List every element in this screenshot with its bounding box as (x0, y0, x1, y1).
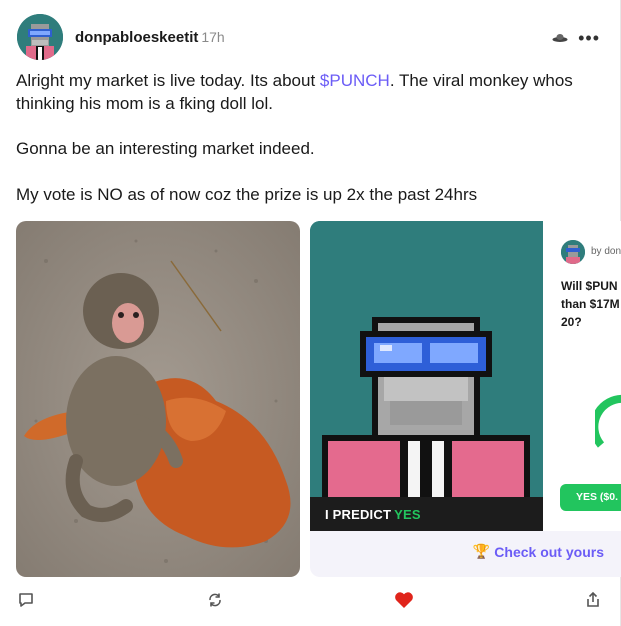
pixel-avatar-image (310, 221, 543, 497)
checkout-label: Check out yours (494, 543, 604, 560)
avatar[interactable] (17, 14, 63, 60)
market-question: Will $PUN than $17M 20? (561, 279, 620, 329)
trophy-icon: 🏆 (472, 543, 491, 559)
post-card: donpabloeskeetit 17h ••• Alright my marke… (0, 0, 621, 626)
post-paragraph-3: My vote is NO as of now coz the prize is… (16, 184, 478, 204)
header-actions: ••• (552, 29, 600, 47)
prediction-card[interactable]: I PREDICT YES by don Will $PUN than $17M … (310, 221, 621, 577)
post-paragraph-1: Alright my market is live today. Its abo… (16, 70, 611, 115)
more-options-icon[interactable]: ••• (578, 29, 600, 47)
market-creator-avatar (561, 240, 585, 264)
probability-gauge (595, 394, 621, 448)
check-out-yours-link[interactable]: 🏆 Check out yours (473, 543, 604, 560)
market-creator: by don (591, 246, 621, 257)
heart-icon[interactable] (394, 590, 414, 610)
predict-choice: YES (394, 507, 421, 522)
yes-button[interactable]: YES ($0. (560, 484, 621, 511)
comment-icon[interactable] (16, 590, 36, 610)
pixel-avatar-panel: I PREDICT YES (310, 221, 543, 531)
prediction-label: I PREDICT YES (310, 497, 543, 531)
share-icon[interactable] (583, 590, 603, 610)
ticker-link[interactable]: $PUNCH (320, 71, 390, 90)
predict-text: I PREDICT (325, 507, 392, 522)
repost-icon[interactable] (205, 590, 225, 610)
market-preview[interactable]: by don Will $PUN than $17M 20? YES ($0. (543, 221, 621, 531)
username[interactable]: donpabloeskeetit (75, 29, 198, 46)
post-paragraph-2: Gonna be an interesting market indeed. (16, 139, 315, 158)
post-author[interactable]: donpabloeskeetit 17h (75, 29, 225, 46)
post-time: 17h (201, 29, 225, 45)
post-body: Alright my market is live today. Its abo… (16, 70, 611, 229)
monkey-photo[interactable] (16, 221, 300, 577)
paragraph-1-start: Alright my market is live today. Its abo… (16, 71, 320, 90)
ufo-icon[interactable] (552, 33, 568, 43)
